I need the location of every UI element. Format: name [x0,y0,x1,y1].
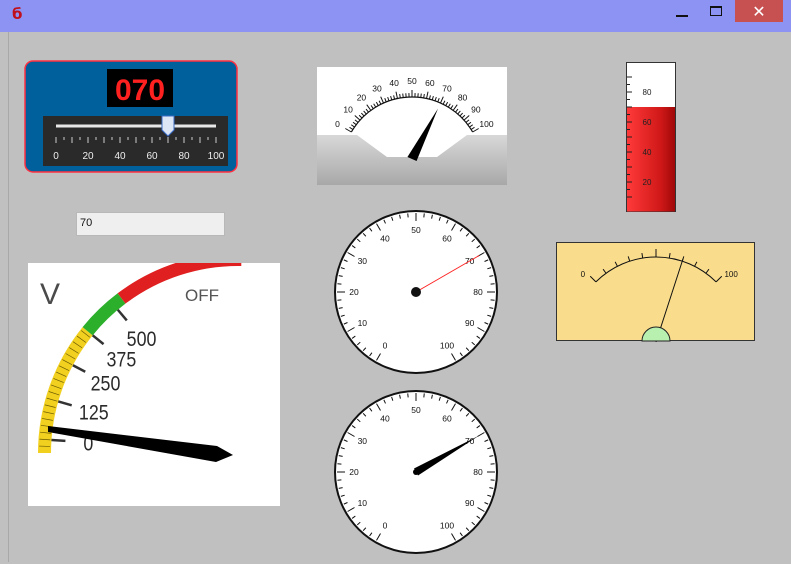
arc-meter-tick-label: 20 [357,92,367,102]
thermometer-tick-label: 60 [643,118,652,127]
gauge-hub [411,287,421,297]
arc-meter-tick [402,93,404,98]
close-icon: ✕ [752,1,766,21]
gauge-tick-label: 40 [380,413,390,423]
voltmeter-face [28,263,280,506]
arc-meter-tick-label: 70 [442,83,452,93]
gauge-tick-label: 20 [349,467,359,477]
thermometer-tick-label: 20 [643,178,652,187]
minimize-button[interactable] [668,0,696,22]
title-bar: б ✕ [0,0,791,32]
arc-meter-tick [399,93,401,99]
gauge-hub [413,469,419,475]
gauge-tick-label: 0 [383,521,388,531]
gauge-tick-label: 80 [473,467,483,477]
arc-meter-tick [420,93,422,98]
arc-meter-tick [423,93,425,99]
slider-tick-label: 80 [178,151,190,162]
voltmeter-label: 375 [107,348,137,372]
voltmeter-unit: V [40,278,60,311]
arc-meter-tick-label: 60 [425,78,435,88]
slider-tick-label: 40 [114,151,126,162]
slider-tick-label: 100 [208,151,225,162]
gauge-tick-label: 50 [411,405,421,415]
maximize-button[interactable] [702,0,730,22]
arc-meter-tick-label: 80 [458,92,468,102]
panel-meter-min-label: 0 [581,270,586,279]
gauge-tick-label: 0 [383,341,388,351]
digital-slider-panel: 070 0 20 40 60 80 100 [24,60,238,173]
close-button[interactable]: ✕ [735,0,783,22]
voltmeter-major-tick [51,438,66,443]
digital-display-value: 070 [115,74,165,107]
value-input[interactable]: 70 [76,212,225,236]
gauge-tick-label: 90 [465,498,475,508]
slider-tick-label: 20 [82,151,94,162]
gauge-tick-label: 20 [349,287,359,297]
voltmeter: V OFF 0125250375500 [28,263,280,506]
gauge-tick-label: 60 [442,233,452,243]
gauge-tick-label: 60 [442,413,452,423]
gauge-tick-label: 80 [473,287,483,297]
arc-meter-tick-label: 0 [335,119,340,129]
circular-gauge-2: 0102030405060708090100 [334,390,498,554]
slider-tick-label: 0 [53,151,59,162]
maximize-icon [710,6,722,16]
slider-tick-label: 60 [146,151,158,162]
gauge-tick-label: 100 [440,341,454,351]
arc-meter-tick-label: 50 [407,76,417,86]
arc-meter-tick-label: 30 [372,83,382,93]
thermometer-tick-label: 80 [643,88,652,97]
arc-meter-tick-label: 90 [471,104,481,114]
gauge-tick-label: 50 [411,225,421,235]
gauge-tick-label: 40 [380,233,390,243]
gauge-tick-label: 30 [358,436,368,446]
thermometer-tick-label: 40 [643,148,652,157]
arc-meter-tick-label: 100 [479,119,493,129]
arc-meter-tick-label: 40 [389,78,399,88]
gauge-tick-label: 10 [358,498,368,508]
arc-meter-tick-label: 10 [343,104,353,114]
gauge-tick-label: 90 [465,318,475,328]
circular-gauge-1: 0102030405060708090100 [334,210,498,374]
gauge-tick-label: 10 [358,318,368,328]
panel-meter-max-label: 100 [724,270,738,279]
voltmeter-off-label: OFF [185,286,219,305]
thermometer: 80 60 40 20 [626,62,676,212]
voltmeter-label: 250 [91,372,121,396]
app-icon[interactable]: б [12,6,24,22]
gauge-tick-label: 100 [440,521,454,531]
minimize-icon [676,15,688,17]
voltmeter-label: 500 [127,328,157,352]
gauge-tick-label: 30 [358,256,368,266]
voltmeter-label: 125 [79,401,109,425]
panel-meter: 0 100 [556,242,755,342]
arc-meter: 010 20 30 40 50 60 70 8090 100 [317,67,507,185]
